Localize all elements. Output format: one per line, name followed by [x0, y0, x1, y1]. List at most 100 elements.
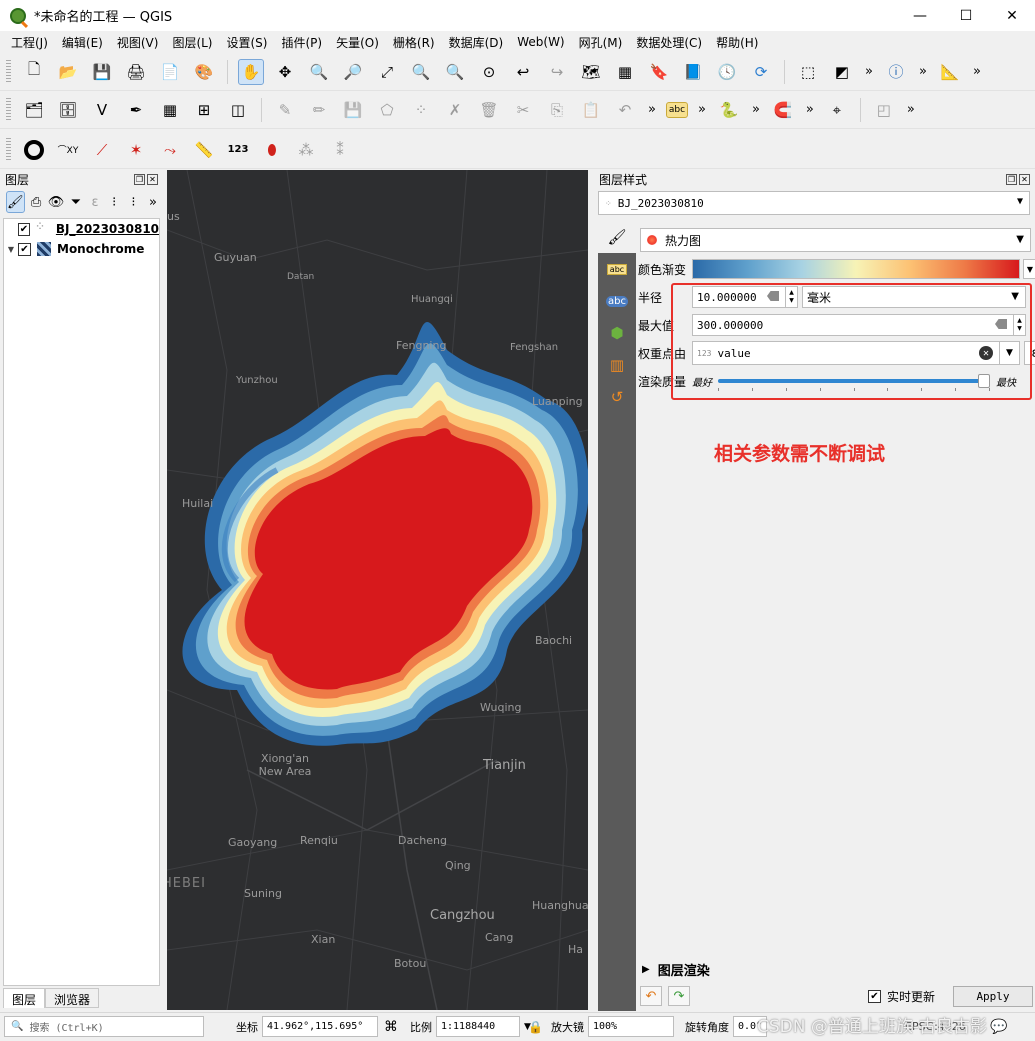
- toolbar-grip[interactable]: [6, 59, 11, 84]
- measure-icon[interactable]: 📐: [937, 59, 963, 85]
- line-tool-icon[interactable]: ⟋: [89, 137, 115, 163]
- lock-icon[interactable]: 🔒: [528, 1020, 543, 1034]
- add-raster-icon[interactable]: ▦: [157, 97, 183, 123]
- collapse-all-icon[interactable]: ⁝: [126, 191, 141, 213]
- undo-icon[interactable]: ↶: [612, 97, 638, 123]
- messages-icon[interactable]: 💬: [990, 1016, 1007, 1037]
- menu-edit[interactable]: 编辑(E): [55, 34, 110, 51]
- vertex-split-icon[interactable]: ⁂: [293, 137, 319, 163]
- redo-icon[interactable]: ↷: [668, 986, 690, 1006]
- circle-tool-icon[interactable]: [21, 137, 47, 163]
- data-source-manager-icon[interactable]: 🗂: [21, 97, 47, 123]
- curve-xy-icon[interactable]: ⌒XY: [55, 137, 81, 163]
- bookmark-icon[interactable]: 🔖: [646, 59, 672, 85]
- menu-plugins[interactable]: 插件(P): [274, 34, 329, 51]
- toolbar-overflow-icon[interactable]: »: [865, 64, 873, 79]
- toggle-editing-icon[interactable]: ✏: [306, 97, 332, 123]
- menu-help[interactable]: 帮助(H): [709, 34, 765, 51]
- new-print-layout-icon[interactable]: 🖨: [123, 59, 149, 85]
- locator-search-input[interactable]: 🔍 搜索 (Ctrl+K): [4, 1016, 204, 1037]
- add-delimited-text-icon[interactable]: ◫: [225, 97, 251, 123]
- menu-raster[interactable]: 栅格(R): [386, 34, 442, 51]
- modify-attributes-icon[interactable]: ✗: [442, 97, 468, 123]
- toolbar-grip[interactable]: [6, 97, 11, 122]
- paste-features-icon[interactable]: 📋: [578, 97, 604, 123]
- python-console-icon[interactable]: 🐍: [716, 97, 742, 123]
- toolbar-overflow-icon[interactable]: »: [149, 195, 157, 210]
- show-bookmarks-icon[interactable]: 📘: [680, 59, 706, 85]
- pan-icon[interactable]: ✋: [238, 58, 264, 85]
- save-project-icon[interactable]: 💾: [89, 59, 115, 85]
- add-vector-layer-icon[interactable]: V: [89, 97, 115, 123]
- split-tool-icon[interactable]: ✶: [123, 137, 149, 163]
- undo-icon[interactable]: ↶: [640, 986, 662, 1006]
- add-polygon-icon[interactable]: ⬠: [374, 97, 400, 123]
- shape-digitizing-icon[interactable]: ◰: [871, 97, 897, 123]
- close-button[interactable]: ✕: [989, 0, 1035, 31]
- advanced-digitizing-icon[interactable]: ⌖: [824, 97, 850, 123]
- label-tool-icon[interactable]: abc: [665, 101, 688, 118]
- layer-row-monochrome[interactable]: ▼ ✔ Monochrome: [4, 239, 159, 259]
- magnifier-input[interactable]: 100%: [588, 1016, 674, 1037]
- layer-rendering-section[interactable]: ▶ 图层渲染: [642, 960, 710, 979]
- float-panel-icon[interactable]: ❐: [1006, 173, 1017, 185]
- renderer-type-dropdown[interactable]: 热力图 ▼: [640, 228, 1031, 252]
- symbology-brush-icon[interactable]: 🖌: [598, 221, 636, 253]
- filter-expression-icon[interactable]: ε: [87, 191, 102, 213]
- copy-features-icon[interactable]: ⎘: [544, 97, 570, 123]
- delete-selected-icon[interactable]: 🗑: [476, 97, 502, 123]
- add-group-icon[interactable]: ⎙: [29, 191, 44, 213]
- expand-arrow-icon[interactable]: ▼: [4, 245, 18, 254]
- toolbar-overflow-icon[interactable]: »: [973, 64, 981, 79]
- menu-mesh[interactable]: 网孔(M): [572, 34, 630, 51]
- blob-tool-icon[interactable]: ⬮: [259, 137, 285, 163]
- edit-pencil-icon[interactable]: ✎: [272, 97, 298, 123]
- vertex-tool-icon[interactable]: ⁘: [408, 97, 434, 123]
- add-mesh-icon[interactable]: ⊞: [191, 97, 217, 123]
- vertex-merge-icon[interactable]: ⁑: [327, 137, 353, 163]
- live-update-checkbox[interactable]: ✔: [868, 990, 881, 1003]
- zoom-native-icon[interactable]: ⊙: [476, 59, 502, 85]
- menu-database[interactable]: 数据库(D): [442, 34, 511, 51]
- manage-visibility-icon[interactable]: 👁: [48, 191, 65, 213]
- new-project-icon[interactable]: 🗋: [21, 59, 47, 85]
- measure-line-icon[interactable]: 📏: [191, 137, 217, 163]
- close-panel-icon[interactable]: ✕: [147, 173, 158, 185]
- zoom-next-icon[interactable]: ↪: [544, 59, 570, 85]
- toolbar-overflow-icon[interactable]: »: [919, 64, 927, 79]
- temporal-controller-icon[interactable]: 🕓: [714, 59, 740, 85]
- new-3d-map-icon[interactable]: ▦: [612, 59, 638, 85]
- toolbar-overflow-icon[interactable]: »: [806, 102, 814, 117]
- toolbar-grip[interactable]: [6, 137, 11, 162]
- refresh-icon[interactable]: ⟳: [748, 59, 774, 85]
- layer-select-dropdown[interactable]: ⁘ BJ_2023030810 ▼: [598, 191, 1030, 215]
- new-geopackage-icon[interactable]: 🗄: [55, 97, 81, 123]
- expand-all-icon[interactable]: ⁝: [107, 191, 122, 213]
- tab-browser[interactable]: 浏览器: [45, 988, 100, 1008]
- apply-button[interactable]: Apply: [953, 986, 1033, 1007]
- menu-settings[interactable]: 设置(S): [220, 34, 275, 51]
- new-map-view-icon[interactable]: 🗺: [578, 59, 604, 85]
- 3d-view-icon[interactable]: ⬢: [598, 317, 636, 349]
- layer-row-bj[interactable]: ✔ ⁘ BJ_2023030810: [4, 219, 159, 239]
- break-line-icon[interactable]: ⤳: [157, 137, 183, 163]
- toolbar-overflow-icon[interactable]: »: [698, 102, 706, 117]
- zoom-in-icon[interactable]: 🔍: [306, 59, 332, 85]
- snapping-magnet-icon[interactable]: 🧲: [770, 97, 796, 123]
- layout-manager-icon[interactable]: 📄: [157, 59, 183, 85]
- menu-view[interactable]: 视图(V): [110, 34, 166, 51]
- select-features-icon[interactable]: ⬚: [795, 59, 821, 85]
- diagrams-icon[interactable]: ▥: [598, 349, 636, 381]
- numeric-label-icon[interactable]: 123: [225, 137, 251, 163]
- chevron-down-icon[interactable]: ▼: [1023, 259, 1035, 279]
- zoom-full-icon[interactable]: ⤢: [374, 59, 400, 85]
- toolbar-overflow-icon[interactable]: »: [907, 102, 915, 117]
- menu-web[interactable]: Web(W): [510, 35, 571, 49]
- pan-to-selection-icon[interactable]: ✥: [272, 59, 298, 85]
- zoom-to-layer-icon[interactable]: 🔍: [442, 59, 468, 85]
- open-project-icon[interactable]: 📂: [55, 59, 81, 85]
- layer-visibility-checkbox[interactable]: ✔: [17, 222, 31, 236]
- layer-visibility-checkbox[interactable]: ✔: [18, 242, 31, 256]
- close-panel-icon[interactable]: ✕: [1019, 173, 1030, 185]
- style-brush-icon[interactable]: 🖌: [6, 191, 25, 213]
